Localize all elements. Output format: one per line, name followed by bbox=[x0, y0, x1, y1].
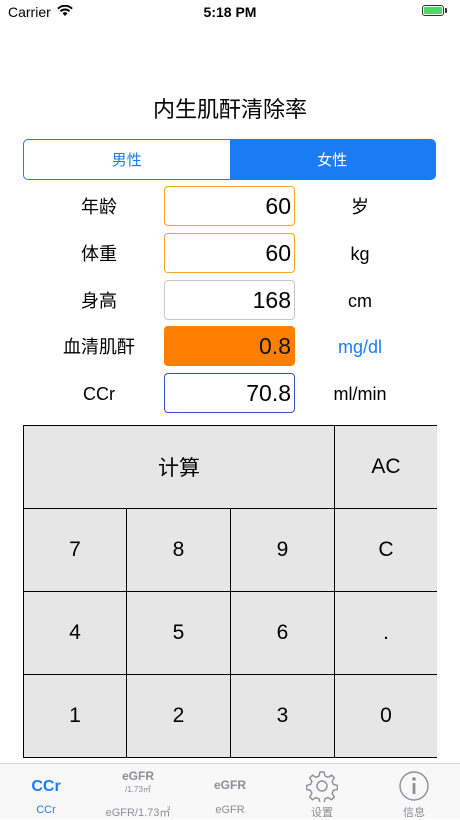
egfr-bsa-tab-icon: eGFR /1.73㎡ bbox=[92, 770, 184, 796]
egfr-bsa-icon-text: eGFR bbox=[121, 769, 154, 783]
all-clear-button[interactable]: AC bbox=[335, 426, 437, 509]
creatinine-field[interactable]: 0.8 bbox=[164, 326, 295, 366]
key-decimal[interactable]: . bbox=[335, 592, 437, 675]
weight-unit: kg bbox=[350, 244, 370, 264]
clock: 5:18 PM bbox=[203, 4, 257, 20]
ccr-result-field[interactable]: 70.8 bbox=[164, 373, 295, 413]
height-unit: cm bbox=[348, 291, 372, 311]
height-label: 身高 bbox=[81, 291, 117, 311]
clear-button[interactable]: C bbox=[335, 509, 437, 592]
tab-info[interactable]: 信息 bbox=[368, 764, 460, 819]
height-row: 身高 168 cm bbox=[0, 280, 460, 322]
age-label: 年龄 bbox=[81, 197, 117, 217]
creatinine-label: 血清肌酐 bbox=[63, 337, 135, 357]
tab-egfr[interactable]: eGFR eGFR bbox=[184, 764, 276, 819]
tab-bar: CCr CCr eGFR /1.73㎡ eGFR/1.73㎡ eGFR eGFR… bbox=[0, 763, 460, 819]
key-1[interactable]: 1 bbox=[24, 675, 127, 757]
weight-field[interactable]: 60 bbox=[164, 233, 295, 273]
keypad: 计算 AC 7 8 9 C 4 5 6 . 1 2 3 0 bbox=[23, 425, 437, 758]
segment-male[interactable]: 男性 bbox=[24, 140, 230, 179]
age-field[interactable]: 60 bbox=[164, 186, 295, 226]
segment-female[interactable]: 女性 bbox=[229, 140, 435, 179]
weight-row: 体重 60 kg bbox=[0, 233, 460, 275]
key-9[interactable]: 9 bbox=[231, 509, 335, 592]
key-7[interactable]: 7 bbox=[24, 509, 127, 592]
creatinine-unit-button[interactable]: mg/dl bbox=[310, 326, 410, 368]
battery-tip bbox=[445, 8, 447, 13]
gear-icon bbox=[276, 770, 368, 807]
key-5[interactable]: 5 bbox=[127, 592, 231, 675]
gender-segmented-control[interactable]: 男性 女性 bbox=[23, 139, 436, 180]
ccr-unit: ml/min bbox=[333, 384, 387, 404]
ccr-label: CCr bbox=[83, 384, 115, 404]
age-row: 年龄 60 岁 bbox=[0, 186, 460, 228]
tab-egfr-bsa[interactable]: eGFR /1.73㎡ eGFR/1.73㎡ bbox=[92, 764, 184, 819]
battery-icon bbox=[422, 5, 444, 16]
status-bar: Carrier 5:18 PM bbox=[0, 0, 460, 24]
ccr-tab-icon: CCr bbox=[31, 778, 61, 795]
key-8[interactable]: 8 bbox=[127, 509, 231, 592]
calculate-button[interactable]: 计算 bbox=[24, 426, 335, 509]
page-title: 内生肌酐清除率 bbox=[152, 97, 307, 122]
tab-ccr-label: CCr bbox=[36, 804, 56, 816]
tab-settings[interactable]: 设置 bbox=[276, 764, 368, 819]
key-0[interactable]: 0 bbox=[335, 675, 437, 757]
key-4[interactable]: 4 bbox=[24, 592, 127, 675]
height-field[interactable]: 168 bbox=[164, 280, 295, 320]
info-icon bbox=[368, 770, 460, 807]
key-3[interactable]: 3 bbox=[231, 675, 335, 757]
weight-label: 体重 bbox=[81, 244, 117, 264]
age-unit: 岁 bbox=[351, 197, 369, 217]
egfr-tab-icon: eGFR bbox=[213, 778, 246, 792]
ccr-row: CCr 70.8 ml/min bbox=[0, 373, 460, 415]
key-2[interactable]: 2 bbox=[127, 675, 231, 757]
tab-ccr[interactable]: CCr CCr bbox=[0, 764, 92, 819]
key-6[interactable]: 6 bbox=[231, 592, 335, 675]
creatinine-row: 血清肌酐 0.8 mg/dl bbox=[0, 326, 460, 368]
egfr-bsa-icon-sub: /1.73㎡ bbox=[125, 785, 151, 794]
tab-egfr-label: eGFR bbox=[215, 804, 245, 816]
